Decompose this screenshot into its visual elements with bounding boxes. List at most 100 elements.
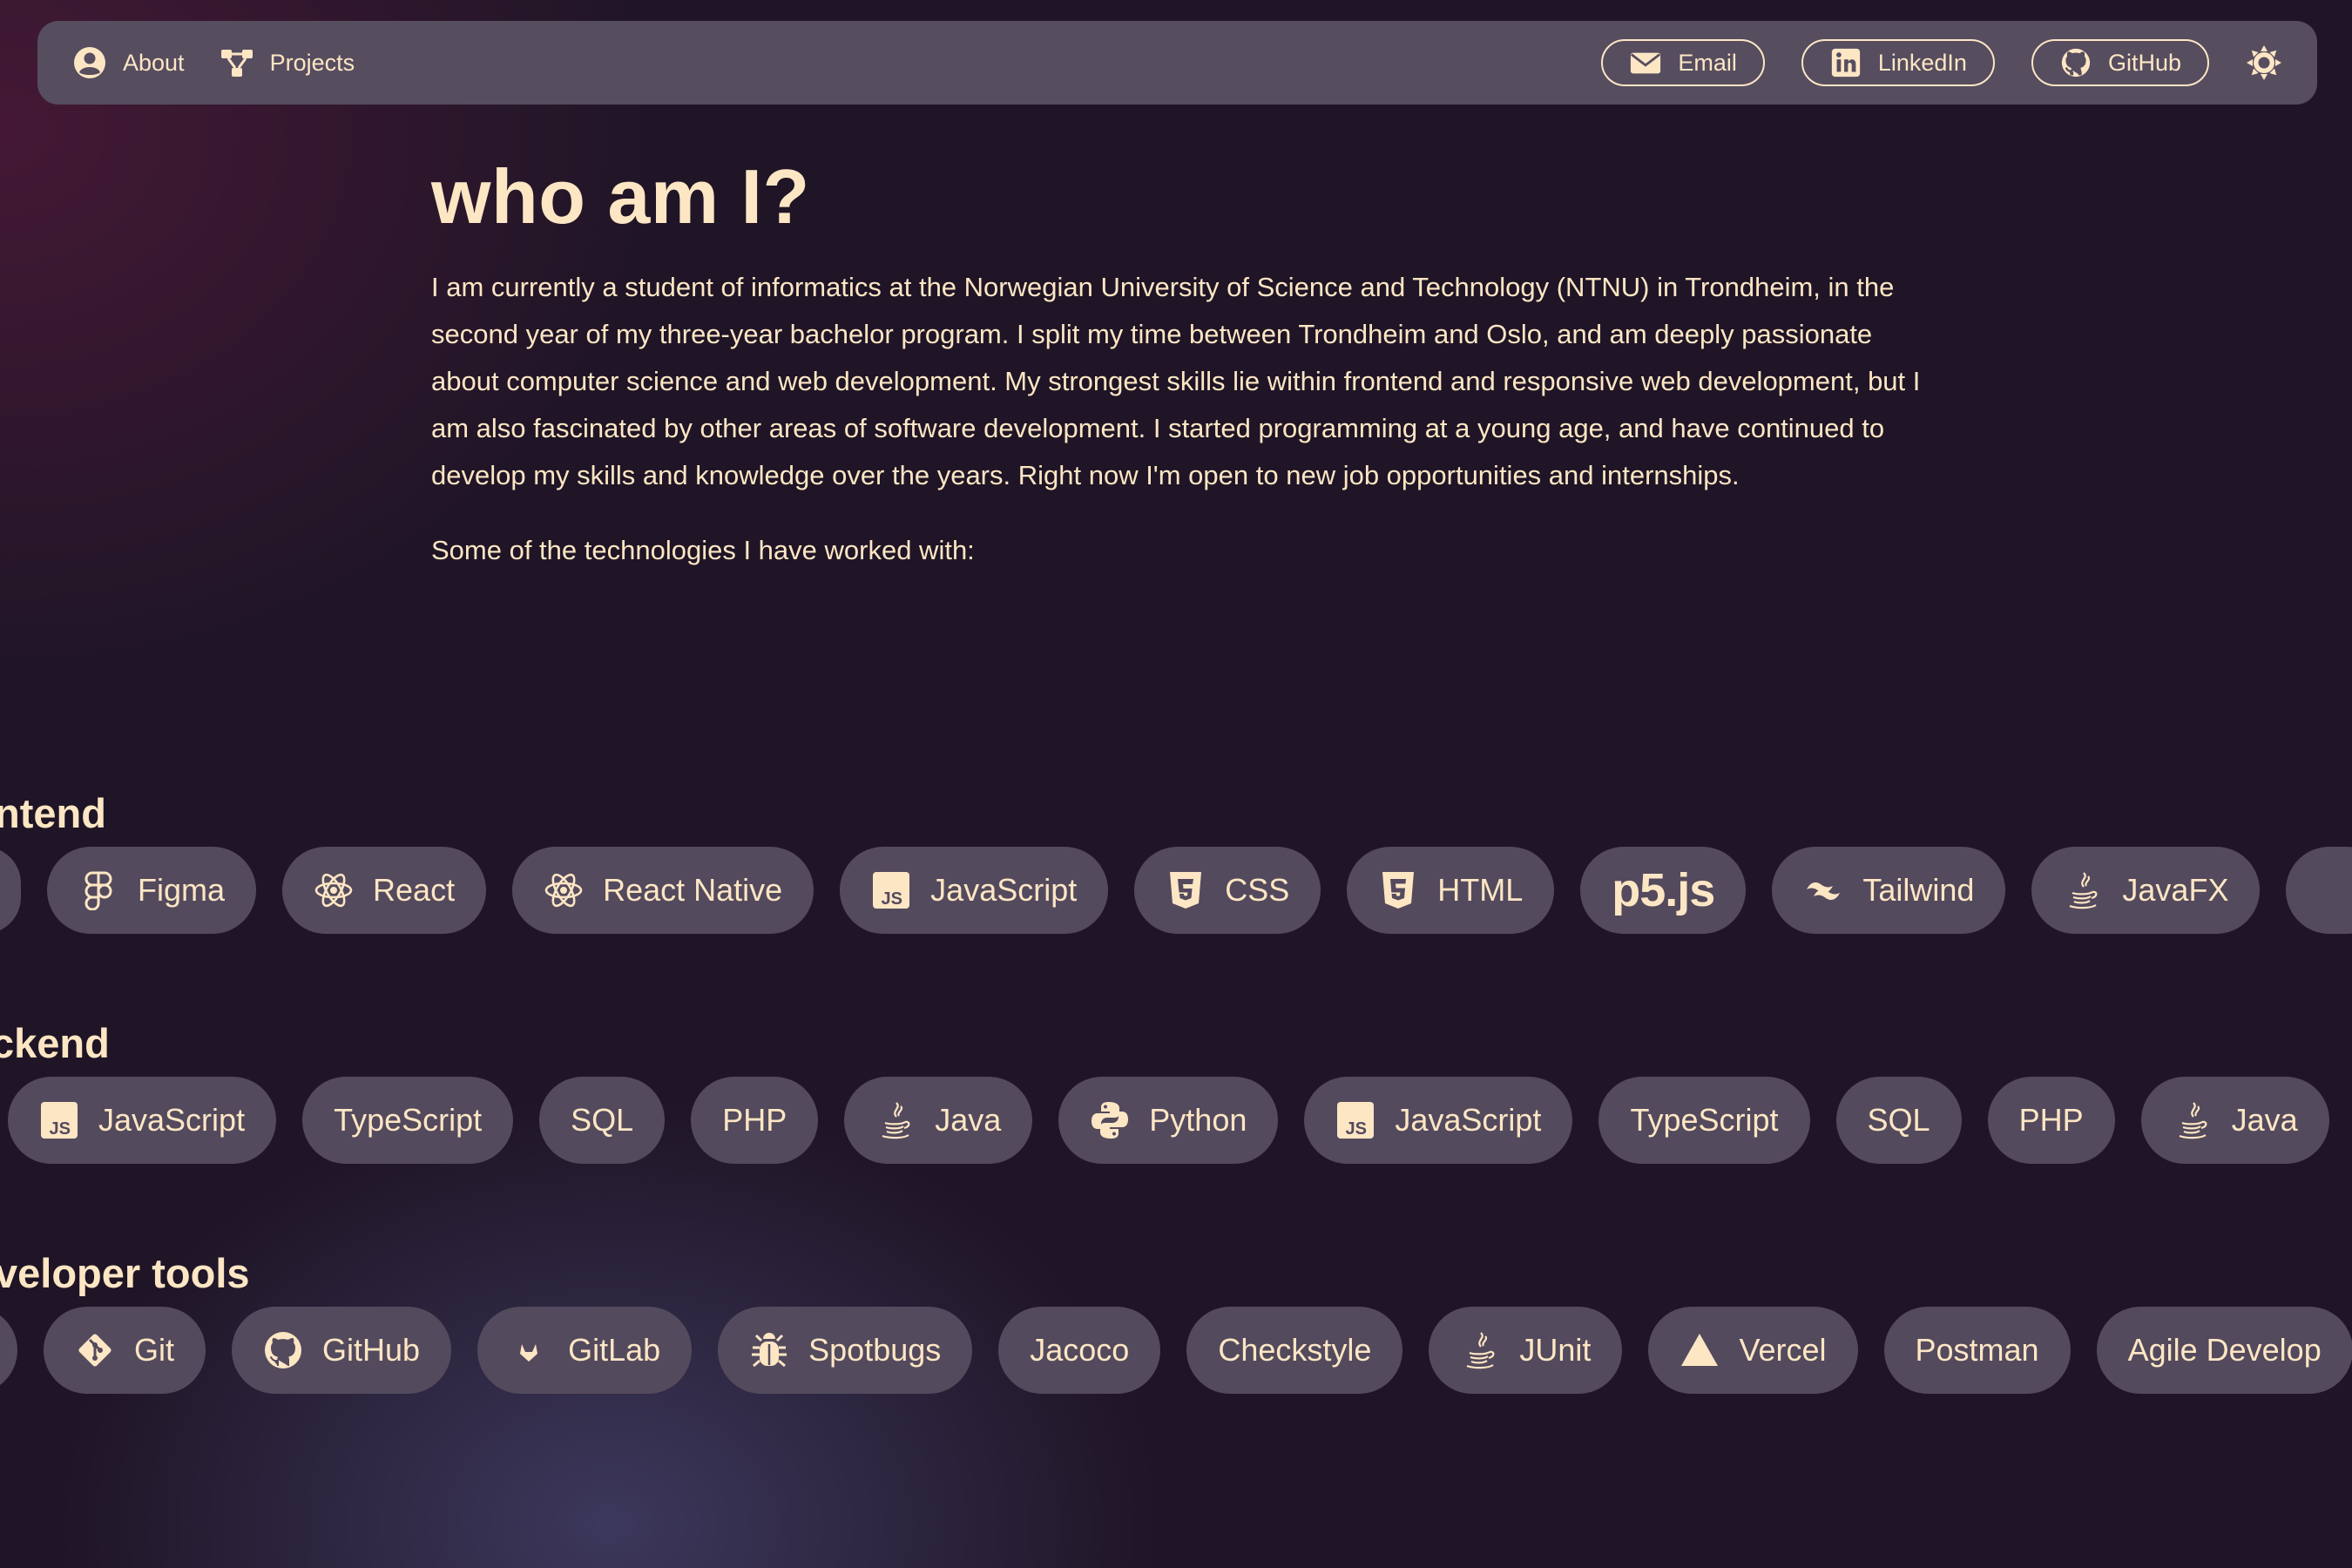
css3-icon (1170, 872, 1202, 909)
tools-tech-row: Git GitHub GitLab Spotbugs Jacoco Checks… (0, 1307, 2352, 1394)
git-icon (78, 1334, 112, 1367)
tech-chip-label: Java (2231, 1102, 2298, 1138)
tech-chip-postman: Postman (1883, 1307, 2071, 1394)
figma-icon (84, 871, 112, 910)
tech-chip-label: PHP (2018, 1102, 2084, 1138)
tech-chip-label: JavaScript (98, 1102, 246, 1138)
tech-chip-label: React Native (603, 872, 783, 908)
js-icon: JS (873, 872, 910, 909)
tech-chip-label: Agile Develop (2127, 1332, 2322, 1368)
sitemap-icon (220, 50, 253, 77)
tech-chip-label: Jacoco (1030, 1332, 1130, 1368)
js-icon: JS (1337, 1102, 1375, 1139)
github-label: GitHub (2107, 49, 2181, 76)
tech-chip-label: TypeScript (334, 1102, 483, 1138)
vercel-icon (1681, 1334, 1719, 1366)
user-circle-icon (74, 47, 105, 78)
tech-chip-label: JUnit (1519, 1332, 1592, 1368)
backend-category-title: ckend (0, 1020, 110, 1066)
tech-chip-label: Postman (1915, 1332, 2039, 1368)
tech-chip-label: Spotbugs (808, 1332, 942, 1368)
tech-chip-partial: s (0, 847, 21, 934)
tech-chip-java: Java (2140, 1077, 2329, 1164)
tech-chip-css: CSS (1134, 847, 1321, 934)
python-icon (1092, 1102, 1129, 1139)
sun-icon (2247, 45, 2281, 80)
linkedin-button[interactable]: LinkedIn (1801, 39, 1995, 86)
intro-paragraph: I am currently a student of informatics … (431, 272, 1921, 490)
html5-icon (1382, 872, 1415, 909)
tech-chip-typescript: TypeScript (302, 1077, 514, 1164)
svg-text:JS: JS (1346, 1119, 1367, 1139)
bug-icon (752, 1333, 787, 1368)
p5-logo: p5.js (1612, 864, 1715, 916)
tech-chip-git: Git (44, 1307, 206, 1394)
tech-chip-sql: SQL (1835, 1077, 1962, 1164)
tech-chip-label: GitLab (568, 1332, 661, 1368)
tech-chip-react: React (282, 847, 487, 934)
tech-chip-label: HTML (1437, 872, 1524, 908)
tech-chip-label: Checkstyle (1218, 1332, 1372, 1368)
github-icon (265, 1332, 302, 1369)
tech-chip-label: Vercel (1739, 1332, 1827, 1368)
linkedin-icon (1831, 48, 1861, 78)
tech-chip-label: SQL (1867, 1102, 1930, 1138)
envelope-icon (1631, 52, 1661, 74)
nav-projects-link[interactable]: Projects (220, 45, 355, 80)
tech-chip-html: HTML (1347, 847, 1555, 934)
java-icon (882, 1102, 910, 1139)
tech-chip-agile: Agile Develop (2096, 1307, 2352, 1394)
tech-chip-label: JavaFX (2122, 872, 2229, 908)
tech-chip-javafx: JavaFX (2031, 847, 2261, 934)
tech-chip-spotbugs: Spotbugs (718, 1307, 973, 1394)
tech-chip-label: JavaScript (930, 872, 1078, 908)
tech-chip-vercel: Vercel (1648, 1307, 1858, 1394)
github-button[interactable]: GitHub (2031, 39, 2209, 86)
nav-projects-label: Projects (269, 49, 355, 76)
tech-chip-label: Figma (138, 872, 226, 908)
react-icon (544, 873, 583, 908)
tech-chip-jacoco: Jacoco (998, 1307, 1161, 1394)
nav-right: Email LinkedIn GitHub (1565, 39, 2282, 86)
tech-chip-label: Tailwind (1862, 872, 1975, 908)
page-title: who am I? (431, 153, 810, 240)
tech-chip-label: Git (134, 1332, 175, 1368)
svg-text:JS: JS (882, 889, 902, 909)
tech-chip-tailwind: Tailwind (1772, 847, 2006, 934)
backend-tech-row: JS JavaScript TypeScript SQL PHP Java Py… (0, 1077, 2352, 1164)
tech-chip-label: GitHub (322, 1332, 421, 1368)
email-button[interactable]: Email (1601, 39, 1765, 86)
top-navbar: About Projects Email LinkedIn GitHub (37, 21, 2317, 105)
tech-chip-label: CSS (1225, 872, 1290, 908)
linkedin-label: LinkedIn (1877, 49, 1967, 76)
technologies-intro: Some of the technologies I have worked w… (431, 535, 975, 565)
tailwind-icon (1807, 882, 1841, 900)
nav-about-link[interactable]: About (72, 45, 185, 80)
tech-chip-java: Java (844, 1077, 1033, 1164)
tech-chip-python: Python (1058, 1077, 1279, 1164)
tech-chip-gitlab: GitLab (477, 1307, 693, 1394)
about-section: who am I? I am currently a student of in… (431, 152, 1930, 574)
nav-left: About Projects (72, 45, 389, 80)
java-icon (1467, 1332, 1495, 1369)
tech-chip-figma: Figma (47, 847, 257, 934)
frontend-tech-row: s Figma (0, 847, 2352, 934)
tech-chip-sql: SQL (539, 1077, 666, 1164)
tech-chip-checkstyle: Checkstyle (1186, 1307, 1403, 1394)
theme-toggle-button[interactable] (2246, 44, 2282, 81)
github-icon (2061, 48, 2091, 78)
svg-text:JS: JS (50, 1119, 71, 1139)
tech-chip-github: GitHub (232, 1307, 452, 1394)
gitlab-icon (520, 1344, 538, 1362)
tech-chip-junit: JUnit (1429, 1307, 1623, 1394)
nav-about-label: About (123, 49, 185, 76)
java-icon (2070, 872, 2098, 909)
tech-chip-label: Java (935, 1102, 1002, 1138)
tech-chip-partial (2286, 847, 2352, 934)
tech-chip-php: PHP (691, 1077, 819, 1164)
tech-chip-javascript: JS JavaScript (840, 847, 1109, 934)
tools-category-title: veloper tools (0, 1250, 250, 1296)
tech-chip-javascript: JS JavaScript (1304, 1077, 1573, 1164)
tech-chip-partial (0, 1307, 17, 1394)
tech-chip-javascript: JS JavaScript (8, 1077, 277, 1164)
